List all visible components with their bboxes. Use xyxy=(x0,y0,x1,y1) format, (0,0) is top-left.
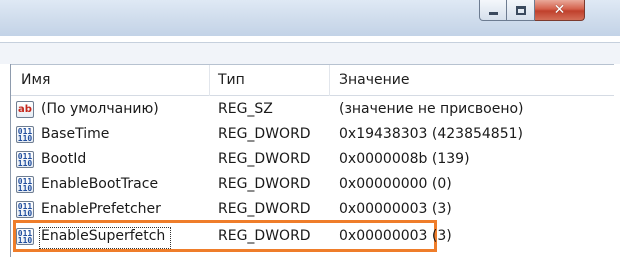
cell-type: REG_DWORD xyxy=(218,176,311,192)
column-header-name[interactable]: Имя xyxy=(21,65,50,96)
registry-values-pane: Имя Тип Значение ab (По умолчанию) REG_SZ (… xyxy=(10,64,614,257)
table-row[interactable]: 011 110 EnableBootTrace REG_DWORD 0x0000000… xyxy=(11,172,614,197)
binary-value-icon: 011 110 xyxy=(16,151,34,168)
close-button[interactable]: ✕ xyxy=(535,0,585,21)
address-strip xyxy=(0,42,620,64)
cell-name: EnableSuperfetch xyxy=(41,228,166,244)
caption-buttons: ✕ xyxy=(479,0,585,22)
cell-value: 0x00000003 (3) xyxy=(339,201,452,217)
cell-value: (значение не присвоено) xyxy=(339,101,524,117)
cell-type: REG_SZ xyxy=(218,101,273,117)
cell-type: REG_DWORD xyxy=(218,201,311,217)
cell-value: 0x00000000 (0) xyxy=(339,176,452,192)
cell-type: REG_DWORD xyxy=(218,151,311,167)
cell-value: 0x19438303 (423854851) xyxy=(339,126,523,142)
table-row[interactable]: 011 110 BaseTime REG_DWORD 0x19438303 (4238… xyxy=(11,122,614,147)
window-titlebar: ✕ xyxy=(0,0,620,36)
binary-value-icon: 011 110 xyxy=(16,201,34,218)
column-header-value[interactable]: Значение xyxy=(339,65,409,96)
column-header: Имя Тип Значение xyxy=(11,64,614,96)
cell-name: (По умолчанию) xyxy=(41,101,159,117)
maximize-button[interactable] xyxy=(507,0,535,21)
cell-name: BootId xyxy=(41,151,87,167)
cell-value: 0x0000008b (139) xyxy=(339,151,470,167)
cell-name: EnableBootTrace xyxy=(41,176,159,192)
binary-value-icon: 011 110 xyxy=(16,176,34,193)
binary-value-icon: 011 110 xyxy=(16,126,34,143)
column-divider[interactable] xyxy=(329,65,330,96)
maximize-icon xyxy=(515,5,526,15)
table-row[interactable]: 011 110 EnablePrefetcher REG_DWORD 0x000000… xyxy=(11,197,614,222)
cell-name: EnablePrefetcher xyxy=(41,201,161,217)
table-row[interactable]: ab (По умолчанию) REG_SZ (значение не присв… xyxy=(11,97,614,122)
string-value-icon: ab xyxy=(16,101,34,118)
cell-type: REG_DWORD xyxy=(218,126,311,142)
cell-name: BaseTime xyxy=(41,126,110,142)
column-header-type[interactable]: Тип xyxy=(218,65,245,96)
cell-value: 0x00000003 (3) xyxy=(339,228,452,244)
minimize-icon xyxy=(488,11,498,15)
close-icon: ✕ xyxy=(553,2,566,18)
minimize-button[interactable] xyxy=(479,0,507,21)
column-divider[interactable] xyxy=(209,65,210,96)
table-row[interactable]: 011 110 BootId REG_DWORD 0x0000008b (139) xyxy=(11,147,614,172)
cell-type: REG_DWORD xyxy=(218,228,311,244)
binary-value-icon: 011 110 xyxy=(16,228,34,245)
table-row[interactable]: 011 110 EnableSuperfetch REG_DWORD 0x000000… xyxy=(11,220,614,252)
